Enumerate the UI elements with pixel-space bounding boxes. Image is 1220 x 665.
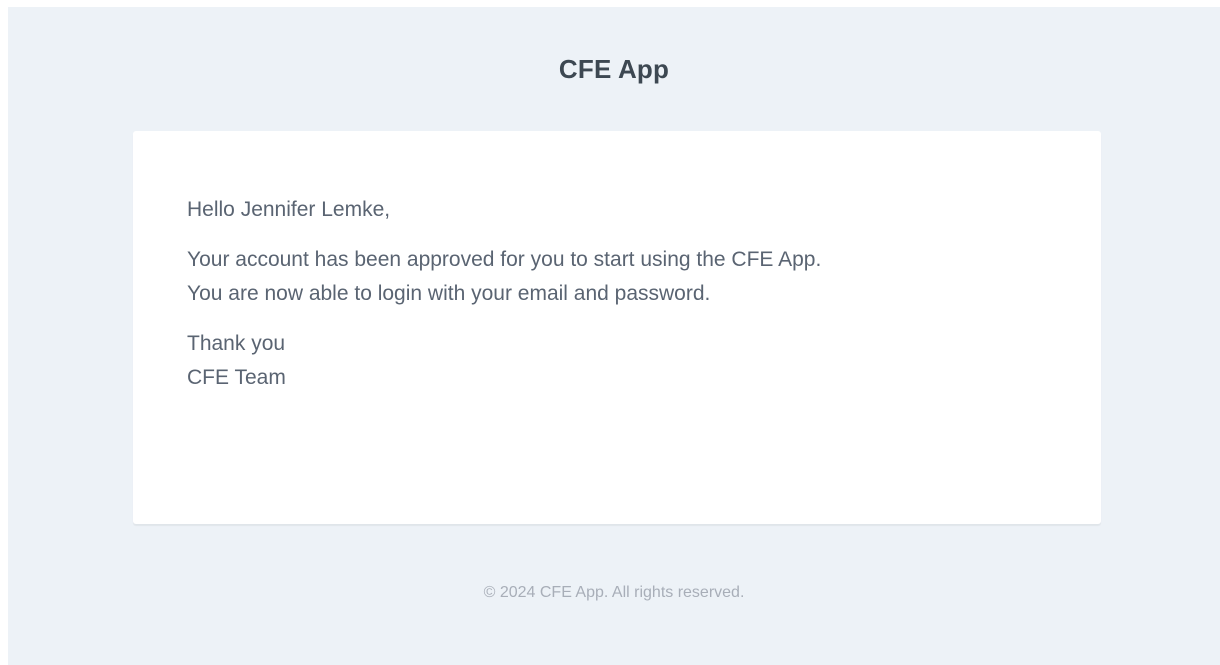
copyright-text: © 2024 CFE App. All rights reserved. xyxy=(483,584,745,601)
app-title-link[interactable]: CFE App xyxy=(559,54,669,85)
email-content-card: Hello Jennifer Lemke, Your account has b… xyxy=(133,131,1101,524)
signoff-line-2: CFE Team xyxy=(187,366,286,389)
greeting-text: Hello Jennifer Lemke, xyxy=(187,198,391,221)
message-line-2: You are now able to login with your emai… xyxy=(187,282,711,305)
email-body: Hello Jennifer Lemke, Your account has b… xyxy=(187,193,1061,395)
message-line-1: Your account has been approved for you t… xyxy=(187,248,822,271)
signoff-line-1: Thank you xyxy=(187,332,286,355)
signoff: Thank you CFE Team xyxy=(187,327,1061,395)
email-wrapper: CFE App Hello Jennifer Lemke, Your accou… xyxy=(8,7,1220,665)
email-header: CFE App xyxy=(8,7,1220,131)
approval-message: Your account has been approved for you t… xyxy=(187,243,1061,311)
email-footer: © 2024 CFE App. All rights reserved. xyxy=(8,582,1220,604)
